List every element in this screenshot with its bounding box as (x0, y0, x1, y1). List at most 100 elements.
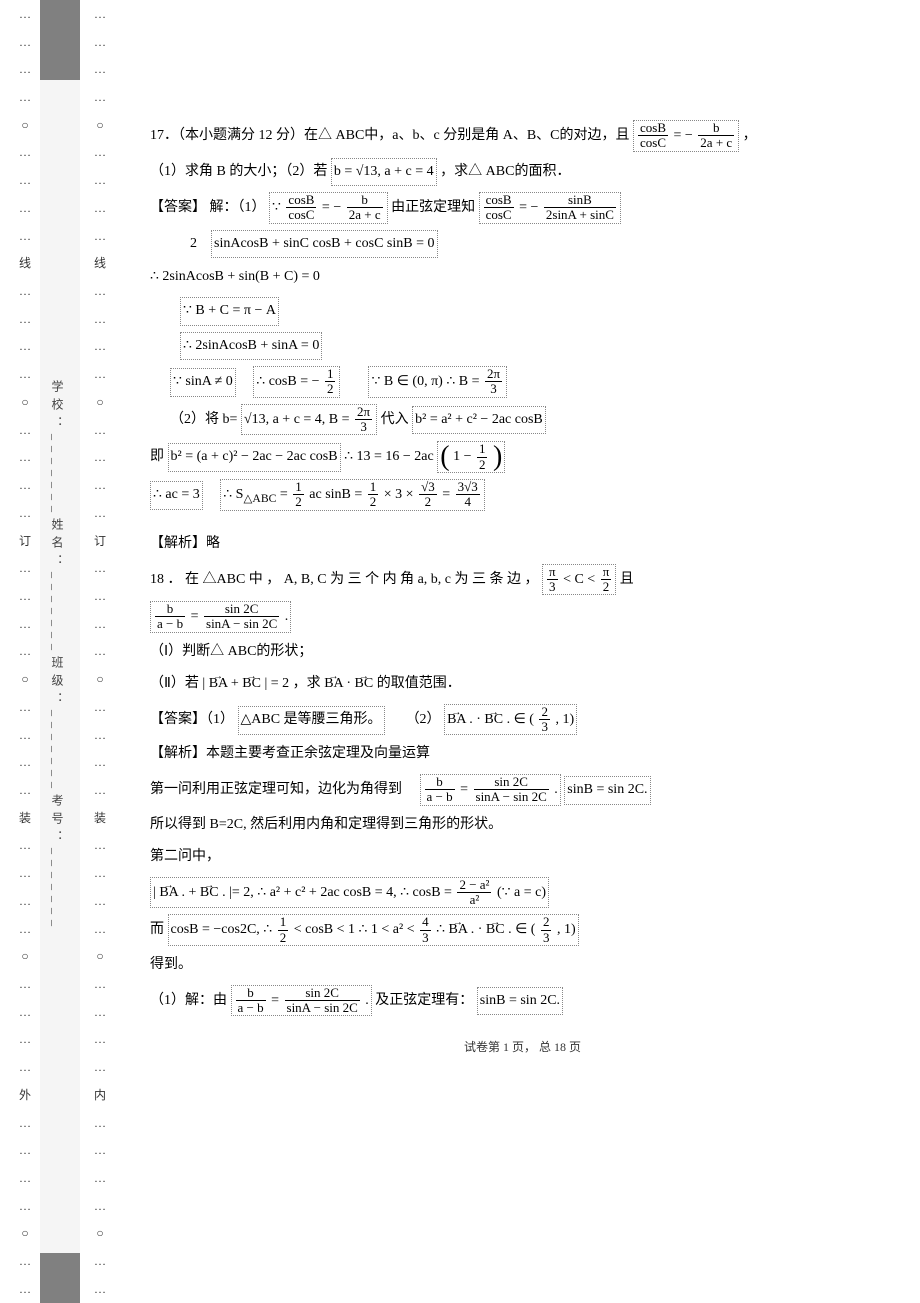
gutter-mark: … (19, 313, 31, 325)
gutter-mark: … (19, 839, 31, 851)
gutter-mark: … (94, 36, 106, 48)
q18-frac: ba − b = sin 2CsinA − sin 2C . (150, 601, 895, 633)
gutter-mark: … (94, 8, 106, 20)
gutter-mark: … (19, 1255, 31, 1267)
gutter-mark: 订 (19, 535, 31, 547)
q17-sol-l6: ∵ sinA ≠ 0 ∴ cosB = − 12 ∵ B ∈ (0, π) ∴ … (150, 366, 895, 398)
q17-stem: 17．（本小题满分 12 分）在△ ABC中，a、b、c 分别是角 A、B、C的… (150, 120, 895, 152)
gutter-mark: … (19, 63, 31, 75)
gutter-mark: … (94, 1172, 106, 1184)
vector-ba-2: BA (324, 676, 343, 691)
q18-analysis-a: 【解析】本题主要考查正余弦定理及向量运算 (150, 741, 895, 768)
q18-answer: 【答案】（1） △ABC 是等腰三角形。 （2） BA . · BC . ∈ (… (150, 704, 895, 736)
gutter-mark: … (19, 1200, 31, 1212)
gutter-mark: ○ (21, 673, 28, 685)
gutter-mark: … (19, 202, 31, 214)
q18-frac-box: ba − b = sin 2CsinA − sin 2C . (150, 601, 291, 633)
gutter-mark: ○ (96, 1227, 103, 1239)
q18-sol1-frac: ba − b = sin 2CsinA − sin 2C . (231, 985, 372, 1017)
gutter-mark: … (19, 479, 31, 491)
gutter-mark: … (94, 895, 106, 907)
gutter-mark: … (19, 645, 31, 657)
gutter-mark: ○ (96, 396, 103, 408)
page-footer: 试卷第 1 页， 总 18 页 (150, 1036, 895, 1059)
q17-paren: ( 1 − 12 ) (437, 441, 505, 473)
q17-sol-l2: 2 sinAcosB + sinC cosB + cosC sinB = 0 (150, 230, 895, 259)
q17-b-val: ∵ B ∈ (0, π) ∴ B = 2π3 (368, 366, 507, 398)
q17-frac1: cosBcosC = − b2a + c (633, 120, 739, 152)
gutter-mark: … (94, 923, 106, 935)
q18-stem: 18 ． 在 △ABC 中 ， A, B, C 为 三 个 内 角 a, b, … (150, 564, 895, 596)
gutter-mark: 线 (19, 257, 31, 269)
gutter-mark: 内 (94, 1089, 106, 1101)
gutter-mark: … (94, 645, 106, 657)
gutter-marks-right: …………○…………线…………○…………订…………○…………装…………○…………内… (90, 0, 110, 1303)
q18-l3-box: cosB = −cos2C, ∴ 12 < cosB < 1 ∴ 1 < a² … (168, 914, 579, 946)
gutter-mark: … (19, 978, 31, 990)
gutter-mark: … (94, 368, 106, 380)
gutter-mark: … (94, 756, 106, 768)
gutter-mark: … (19, 36, 31, 48)
page: 学校：_______姓名：_______班级：_______考号：_______… (0, 0, 920, 1303)
q17-cond: b = √13, a + c = 4 (331, 158, 437, 187)
q17-sol-l8: 即 b² = (a + c)² − 2ac − 2ac cosB ∴ 13 = … (150, 441, 895, 473)
vector-ba: BA (209, 676, 228, 691)
gutter-mark: … (94, 701, 106, 713)
gutter-mark: 装 (19, 812, 31, 824)
gutter-mark: … (94, 867, 106, 879)
gutter-mark: … (19, 729, 31, 741)
gutter-mark: … (19, 618, 31, 630)
gutter-mark: … (94, 313, 106, 325)
vector-bc: BC (242, 676, 261, 691)
gutter-mark: … (94, 1033, 106, 1045)
q17-answer-l1: 【答案】 解：（1） ∵ cosBcosC = − b2a + c 由正弦定理知… (150, 192, 895, 224)
q17-cosb: ∴ cosB = − 12 (253, 366, 340, 398)
gutter-mark: … (19, 424, 31, 436)
vector-bc-2: BC (355, 676, 374, 691)
gutter-mark: … (94, 146, 106, 158)
gutter-mark: 订 (94, 535, 106, 547)
q18-ans2: BA . · BC . ∈ ( 23 , 1) (444, 704, 577, 736)
gutter-mark: … (19, 1061, 31, 1073)
gutter-mark: … (94, 230, 106, 242)
gutter-mark: … (94, 1283, 106, 1295)
gutter-mark: ○ (96, 119, 103, 131)
q18-analysis-b: 第一问利用正弦定理可知，边化为角得到 ba − b = sin 2CsinA −… (150, 774, 895, 806)
gutter-mark: … (94, 1255, 106, 1267)
gutter-mark: … (19, 1033, 31, 1045)
gutter-mark: … (94, 839, 106, 851)
gutter-mark: 线 (94, 257, 106, 269)
q18-line2: | BA . + BC . |= 2, ∴ a² + c² + 2ac cosB… (150, 877, 895, 909)
gutter-mark: … (94, 91, 106, 103)
q18-an-frac: ba − b = sin 2CsinA − sin 2C . (420, 774, 561, 806)
gutter-strip: 学校：_______姓名：_______班级：_______考号：_______ (40, 0, 80, 1303)
q17-sol-l9: ∴ ac = 3 ∴ S△ABC = 12 ac sinB = 12 × 3 ×… (150, 479, 895, 511)
q17-sub: √13, a + c = 4, B = 2π3 (241, 404, 377, 436)
gutter-vertical-text: 学校：_______姓名：_______班级：_______考号：_______ (49, 380, 66, 932)
gutter-mark: … (19, 562, 31, 574)
gutter-mark: 外 (19, 1089, 31, 1101)
q18-line3: 而 cosB = −cos2C, ∴ 12 < cosB < 1 ∴ 1 < a… (150, 914, 895, 946)
q18-l2-box: | BA . + BC . |= 2, ∴ a² + c² + 2ac cosB… (150, 877, 549, 909)
gutter-mark: … (19, 285, 31, 297)
gutter-mark: … (94, 1117, 106, 1129)
gutter-mark: … (19, 1006, 31, 1018)
q17-sol-l7: （2）将 b= √13, a + c = 4, B = 2π3 代入 b² = … (150, 404, 895, 436)
gutter-mark: … (19, 923, 31, 935)
gutter-mark: 装 (94, 812, 106, 824)
gutter-mark: … (94, 590, 106, 602)
q17-stem-text: 17．（本小题满分 12 分）在△ ABC中，a、b、c 分别是角 A、B、C的… (150, 128, 630, 143)
gutter-mark: … (19, 507, 31, 519)
gutter-mark: … (94, 202, 106, 214)
gutter-mark: … (94, 451, 106, 463)
gutter-mark: … (94, 784, 106, 796)
gutter-mark: … (19, 1117, 31, 1129)
gutter-mark: … (94, 1200, 106, 1212)
q18-p1: （Ⅰ）判断△ ABC的形状； (150, 639, 895, 666)
gutter-mark: … (94, 174, 106, 186)
gutter-mark: … (94, 507, 106, 519)
gutter-mark: … (19, 590, 31, 602)
gutter-mark: ○ (21, 950, 28, 962)
gutter-mark: ○ (96, 673, 103, 685)
gutter-mark: … (19, 1172, 31, 1184)
